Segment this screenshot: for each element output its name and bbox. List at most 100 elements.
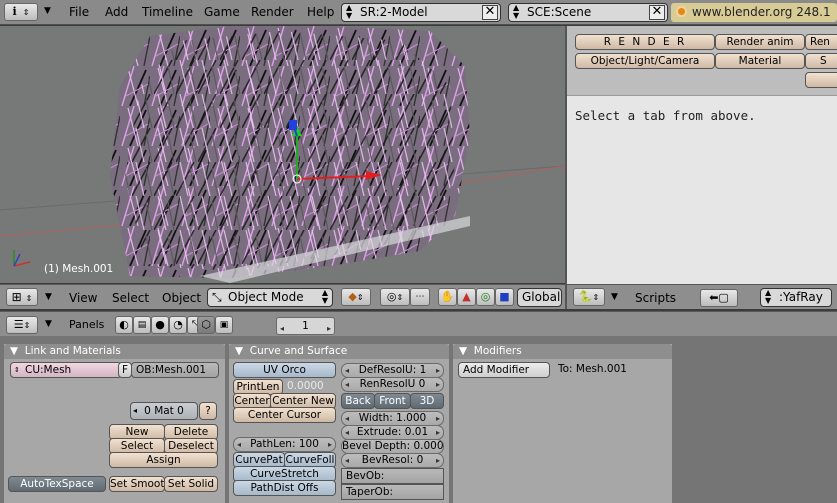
increment-icon[interactable]: ▸ (436, 378, 440, 391)
translate-manipulator-icon[interactable]: ▲ (457, 288, 476, 306)
bevel-depth-field[interactable]: Bevel Depth: 0.000 (341, 439, 444, 454)
curve-surface-title[interactable]: ▼ Curve and Surface (229, 344, 449, 359)
script-selector[interactable]: ▲ ▼ :YafRay (760, 288, 832, 307)
scale-manipulator-icon[interactable]: ■ (495, 288, 514, 306)
increment-icon[interactable]: ▸ (436, 412, 440, 425)
autotexspace-toggle[interactable]: AutoTexSpace (8, 476, 106, 492)
decrement-icon[interactable]: ◂ (345, 454, 349, 467)
screen-selector[interactable]: ▲ ▼ SR:2-Model ✕ (341, 3, 501, 22)
rotate-manipulator-icon[interactable]: ◎ (476, 288, 495, 306)
extrude-field[interactable]: ◂ Extrude: 0.01 ▸ (341, 425, 444, 440)
bev-resol-field[interactable]: ◂ BevResol: 0 ▸ (341, 453, 444, 468)
hand-manipulator-icon[interactable]: ✋ (438, 288, 457, 306)
frame-field[interactable]: ◂ 1 ▸ (276, 317, 335, 335)
window-type-3d-icon[interactable]: ⊞ ⇕ (6, 288, 38, 306)
width-field[interactable]: ◂ Width: 1.000 ▸ (341, 411, 444, 426)
increment-icon[interactable]: ▸ (436, 364, 440, 377)
pivot-icon[interactable]: ◎⇕ (380, 288, 410, 306)
ren-resol-u-field[interactable]: ◂ RenResolU 0 ▸ (341, 377, 444, 392)
decrement-icon[interactable]: ◂ (345, 378, 349, 391)
3d-toggle[interactable]: 3D (410, 393, 444, 409)
increment-icon[interactable]: ▸ (328, 438, 332, 451)
link-materials-panel: ▼ Link and Materials ⇕ CU:Mesh F OB:Mesh… (4, 344, 225, 503)
set-smooth-button[interactable]: Set Smoot (109, 476, 165, 492)
shading-context-icon[interactable]: ● (151, 316, 169, 334)
tab-render-anim[interactable]: Render anim (715, 34, 805, 50)
tab-ren[interactable]: Ren (805, 34, 837, 50)
path-dist-offs-toggle[interactable]: PathDist Offs (233, 480, 336, 496)
menu-scripts[interactable]: Scripts (635, 291, 676, 305)
scene-selector[interactable]: ▲ ▼ SCE:Scene ✕ (508, 3, 668, 22)
window-type-scripts-icon[interactable]: 🐍⇕ (573, 288, 605, 306)
decrement-icon[interactable]: ◂ (133, 403, 137, 419)
render-tabs-toolbar: R E N D E R Render anim Ren Object/Light… (567, 26, 837, 96)
def-resol-u-field[interactable]: ◂ DefResolU: 1 ▸ (341, 363, 444, 378)
increment-icon[interactable]: ▸ (436, 426, 440, 439)
bevel-depth-value: Bevel Depth: 0.000 (342, 440, 444, 452)
tab-object-light-camera[interactable]: Object/Light/Camera (575, 53, 715, 69)
add-modifier-button[interactable]: Add Modifier (458, 362, 550, 378)
3d-viewport[interactable]: (1) Mesh.001 (0, 26, 565, 283)
fake-user-button[interactable]: F (118, 362, 132, 378)
script-context-icon[interactable]: ▤ (133, 316, 151, 334)
menu-game[interactable]: Game (204, 5, 240, 19)
object-context-icon[interactable]: ◔ (169, 316, 187, 334)
curve-datablock-name: CU:Mesh (25, 364, 72, 376)
back-toggle[interactable]: Back (341, 393, 375, 409)
decrement-icon[interactable]: ◂ (280, 321, 284, 334)
menu-add[interactable]: Add (105, 5, 128, 19)
decrement-icon[interactable]: ◂ (237, 438, 241, 451)
menu-object[interactable]: Object (162, 291, 201, 305)
script-return-icon[interactable]: ⬅▢ (700, 289, 738, 307)
path-length-field[interactable]: ◂ PathLen: 100 ▸ (233, 437, 336, 452)
layer-icon[interactable]: ⋯ (410, 288, 430, 306)
modifiers-panel: ▼ Modifiers Add Modifier To: Mesh.001 (453, 344, 672, 503)
close-screen-icon[interactable]: ✕ (482, 5, 498, 20)
link-materials-title[interactable]: ▼ Link and Materials (4, 344, 225, 359)
menu-view[interactable]: View (69, 291, 97, 305)
bevel-object-field[interactable]: BevOb: (341, 468, 444, 484)
menu-render[interactable]: Render (251, 5, 294, 19)
scene-context-icon[interactable]: ▣ (215, 316, 233, 334)
logic-context-icon[interactable]: ◐ (115, 316, 133, 334)
tab-material[interactable]: Material (715, 53, 805, 69)
mode-selector[interactable]: ⤡ Object Mode ▲ ▼ (207, 288, 333, 307)
menu-select[interactable]: Select (112, 291, 149, 305)
collapse-triangle-icon[interactable]: ▼ (45, 292, 52, 302)
material-help-button[interactable]: ? (199, 402, 217, 420)
modifiers-title[interactable]: ▼ Modifiers (453, 344, 672, 359)
front-toggle[interactable]: Front (374, 393, 411, 409)
window-type-buttons-icon[interactable]: ☰⇕ (6, 316, 38, 334)
curve-datablock-field[interactable]: ⇕ CU:Mesh (10, 362, 122, 378)
center-cursor-button[interactable]: Center Cursor (233, 407, 336, 423)
decrement-icon[interactable]: ◂ (345, 364, 349, 377)
scripts-header: 🐍⇕ ▼ Scripts ⬅▢ ▲ ▼ :YafRay (567, 284, 837, 309)
panels-label: Panels (69, 318, 105, 331)
editing-context-icon[interactable]: ⬡ (197, 316, 215, 334)
collapse-triangle-icon[interactable]: ▼ (44, 6, 51, 16)
draw-type-icon[interactable]: ◆⇕ (341, 288, 371, 306)
collapse-triangle-icon[interactable]: ▼ (45, 319, 52, 329)
menu-file[interactable]: File (69, 5, 89, 19)
taper-object-field[interactable]: TaperOb: (341, 484, 444, 500)
collapse-triangle-icon[interactable]: ▼ (611, 292, 618, 302)
manipulator-z-handle[interactable] (289, 120, 297, 130)
tab-extra[interactable] (805, 72, 837, 88)
menu-timeline[interactable]: Timeline (142, 5, 193, 19)
decrement-icon[interactable]: ◂ (345, 412, 349, 425)
set-solid-button[interactable]: Set Solid (164, 476, 218, 492)
assign-material-button[interactable]: Assign (109, 452, 218, 468)
tab-render[interactable]: R E N D E R (575, 34, 715, 50)
increment-icon[interactable]: ▸ (327, 321, 331, 334)
uv-orco-toggle[interactable]: UV Orco (233, 362, 336, 378)
menu-help[interactable]: Help (307, 5, 334, 19)
tab-s[interactable]: S (805, 53, 837, 69)
window-type-info-icon[interactable]: i ⇕ (4, 3, 38, 21)
viewport-canvas[interactable] (0, 26, 565, 283)
orientation-selector[interactable]: Global (517, 288, 562, 307)
increment-icon[interactable]: ▸ (436, 454, 440, 467)
close-scene-icon[interactable]: ✕ (649, 5, 665, 20)
decrement-icon[interactable]: ◂ (345, 426, 349, 439)
object-name-field[interactable]: OB:Mesh.001 (131, 362, 219, 378)
material-index-field[interactable]: ◂ 0 Mat 0 (130, 402, 198, 420)
